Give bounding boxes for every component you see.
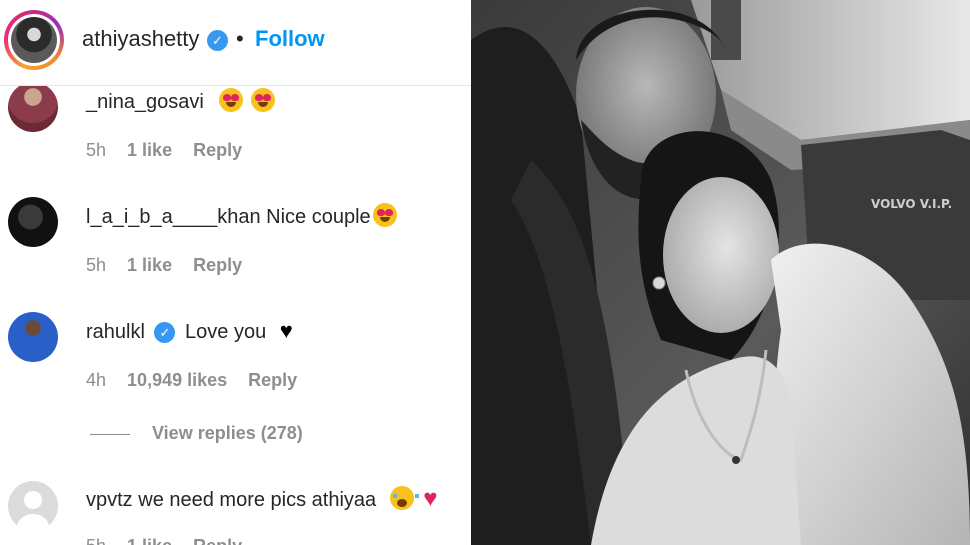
reply-button[interactable]: Reply (193, 255, 242, 275)
comment-text: Love you (185, 321, 267, 343)
comment-text: Nice couple (266, 206, 371, 228)
header-username[interactable]: athiyashetty (82, 26, 199, 52)
view-replies-label: View replies (278) (152, 423, 303, 443)
reply-button[interactable]: Reply (193, 140, 242, 160)
verified-badge-icon: ✓ (207, 30, 228, 51)
heart-eyes-emoji-icon (251, 88, 275, 112)
commenter-avatar[interactable] (8, 481, 58, 531)
comment-likes[interactable]: 1 like (127, 536, 172, 545)
comment-time: 5h (86, 255, 107, 275)
comment-likes[interactable]: 1 like (127, 140, 172, 160)
verified-badge-icon: ✓ (154, 322, 176, 344)
post-header: athiyashetty ✓ • Follow (0, 0, 471, 86)
view-replies-button[interactable]: View replies (278) (90, 423, 303, 444)
commenter-avatar[interactable] (8, 82, 58, 132)
separator-dot: • (236, 26, 244, 51)
crying-face-emoji-icon (389, 486, 419, 510)
comments-panel: athiyashetty ✓ • Follow _nina_gosavi 5h … (0, 0, 471, 545)
comment-time: 4h (86, 370, 107, 390)
commenter-avatar[interactable] (8, 197, 58, 247)
svg-text:VOLVO V.I.P.: VOLVO V.I.P. (871, 197, 952, 211)
comment-text: we need more pics athiyaa (138, 489, 377, 511)
comment-username[interactable]: rahulkl (86, 321, 145, 343)
commenter-avatar[interactable] (8, 312, 58, 362)
comment-time: 5h (86, 140, 107, 160)
red-heart-icon: ♥ (423, 485, 438, 512)
reply-button[interactable]: Reply (193, 536, 242, 545)
black-heart-icon: ♥ (279, 318, 293, 343)
reply-button[interactable]: Reply (248, 370, 297, 390)
post-photo[interactable]: VOLVO V.I.P. (471, 0, 970, 545)
replies-divider-line (90, 433, 130, 435)
profile-avatar-story-ring[interactable] (4, 10, 64, 70)
follow-button[interactable]: Follow (255, 26, 325, 52)
avatar (11, 17, 57, 63)
default-avatar-icon (17, 491, 49, 531)
comment-likes[interactable]: 10,949 likes (127, 370, 227, 390)
comment-username[interactable]: _nina_gosavi (86, 91, 204, 113)
comment-time: 5h (86, 536, 106, 545)
heart-eyes-emoji-icon (219, 88, 244, 112)
comment-username[interactable]: l_a_i_b_a____khan (86, 206, 261, 228)
heart-eyes-emoji-icon (372, 203, 397, 227)
couple-selfie-image: VOLVO V.I.P. (471, 0, 970, 545)
comment-likes[interactable]: 1 like (127, 255, 172, 275)
comment-username[interactable]: vpvtz (86, 489, 133, 511)
